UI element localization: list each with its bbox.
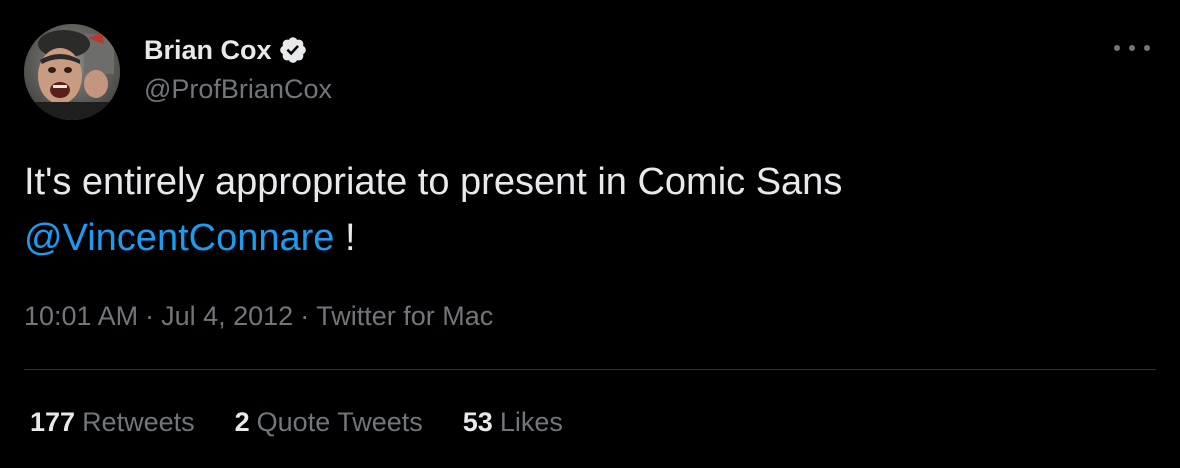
more-options-icon[interactable]: [1114, 38, 1150, 58]
likes-label: Likes: [499, 407, 563, 437]
tweet-text-tail: !: [334, 217, 356, 259]
tweet-time[interactable]: 10:01 AM: [24, 301, 138, 331]
author-block: Brian Cox @ProfBrianCox: [144, 30, 332, 106]
divider: [24, 369, 1156, 370]
meta-separator: ·: [300, 301, 310, 331]
tweet-metadata: 10:01 AM · Jul 4, 2012 · Twitter for Mac: [24, 298, 493, 334]
verified-badge-icon: [279, 37, 306, 63]
retweets-stat[interactable]: 177 Retweets: [30, 403, 195, 441]
tweet-source[interactable]: Twitter for Mac: [316, 301, 493, 331]
author-display-name[interactable]: Brian Cox: [144, 30, 272, 70]
tweet-date[interactable]: Jul 4, 2012: [161, 301, 293, 331]
tweet-card: Brian Cox @ProfBrianCox It's entirely ap…: [0, 0, 1180, 468]
more-dot: [1114, 45, 1120, 51]
retweets-label: Retweets: [82, 407, 195, 437]
tweet-text: It's entirely appropriate to present in …: [24, 154, 1144, 266]
tweet-text-main: It's entirely appropriate to present in …: [24, 161, 843, 203]
engagement-stats: 177 Retweets 2 Quote Tweets 53 Likes: [30, 403, 603, 441]
likes-stat[interactable]: 53 Likes: [463, 403, 563, 441]
tweet-mention-link[interactable]: @VincentConnare: [24, 217, 334, 259]
meta-separator: ·: [145, 301, 155, 331]
more-dot: [1144, 45, 1150, 51]
quote-tweets-count: 2: [234, 407, 250, 437]
author-handle[interactable]: @ProfBrianCox: [144, 72, 332, 106]
more-dot: [1129, 45, 1135, 51]
retweets-count: 177: [30, 407, 76, 437]
avatar[interactable]: [24, 24, 120, 120]
avatar-photo: [24, 24, 120, 120]
quote-tweets-stat[interactable]: 2 Quote Tweets: [235, 403, 423, 441]
likes-count: 53: [462, 407, 493, 437]
quote-tweets-label: Quote Tweets: [256, 407, 423, 437]
author-name-row: Brian Cox: [144, 30, 332, 70]
